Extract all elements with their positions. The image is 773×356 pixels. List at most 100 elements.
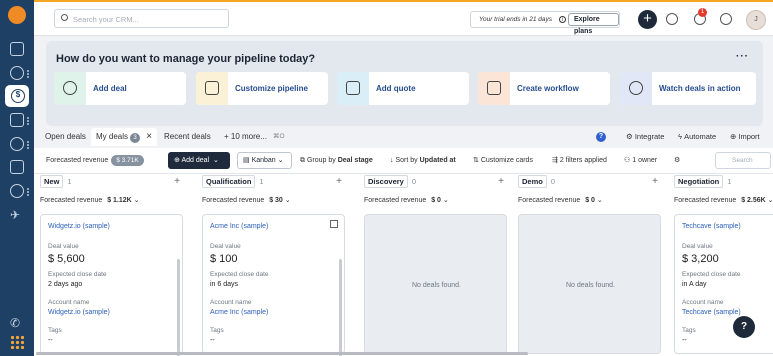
workflow-icon [487,81,501,95]
stage-forecast-value: $ 1.12K [107,197,132,204]
filters-label: 2 filters applied [559,157,607,164]
deal-title-link[interactable]: Widgetz.io (sample) [48,223,110,230]
info-icon[interactable]: i [559,16,566,23]
board-search-input[interactable]: Search [715,152,771,169]
customize-label: Customize cards [480,157,533,164]
add-to-stage-button[interactable]: + [336,176,342,187]
add-to-stage-button[interactable]: + [652,176,658,187]
add-to-stage-button[interactable]: + [174,176,180,187]
help-icon[interactable]: ? [596,132,606,142]
create-new-button[interactable]: + [638,10,657,29]
empty-stage: No deals found. [364,214,507,354]
more-options-icon[interactable]: ··· [736,51,749,62]
expand-icon[interactable] [330,220,338,228]
settings-gear-icon[interactable]: ⚙ [674,154,680,168]
tab-open-deals[interactable]: Open deals [45,128,86,146]
campaigns-icon[interactable] [10,137,24,151]
field-label: Deal value [48,243,79,250]
close-date: 2 days ago [48,281,83,288]
add-quote-card[interactable]: Add quote [337,72,469,105]
add-deal-card[interactable]: Add deal [54,72,186,105]
owner-filter-button[interactable]: ⚇ 1 owner [624,154,657,168]
group-by-label: Group by [306,157,336,164]
empty-message: No deals found. [411,282,462,289]
customize-pipeline-card[interactable]: Customize pipeline [196,72,328,105]
drag-handle-icon [27,188,29,196]
stage-column-qualification: Qualification 1 + Forecasted revenue $ 30… [196,174,346,356]
deal-title-link[interactable]: Acme Inc (sample) [210,223,268,230]
settings-icon[interactable] [10,184,24,198]
forecast-value-pill: $ 3.71K [111,155,144,166]
tags-value: -- [682,337,687,344]
dollar-circle-icon [63,81,77,95]
field-label: Expected close date [682,271,741,278]
stage-forecast: Forecasted revenue $ 1.12K ⌄ [40,197,140,204]
deal-views-tabs: Open deals My deals 3 × Recent deals + 10… [34,128,773,146]
filters-button[interactable]: ⇶ 2 filters applied [552,154,607,168]
messages-icon[interactable] [10,113,24,127]
field-label: Tags [682,327,696,334]
horizontal-scrollbar[interactable] [36,352,528,355]
close-icon[interactable]: × [146,131,152,142]
deal-card[interactable]: Techcave (sample) Deal value $ 3,200 Exp… [674,214,773,354]
account-link[interactable]: Techcave (sample) [682,309,741,316]
customize-cards-button[interactable]: ⇅ Customize cards [473,154,533,168]
deal-title-link[interactable]: Techcave (sample) [682,223,741,230]
apps-grid-icon[interactable] [10,335,24,349]
watch-deals-card[interactable]: Watch deals in action [620,72,756,105]
deal-value: $ 5,600 [48,253,85,265]
help-chat-button[interactable]: ? [733,316,755,338]
forecast-revenue-summary[interactable]: Forecasted revenue $ 3.71K [46,154,144,168]
deals-icon[interactable] [5,85,29,107]
pipeline-prompt-title: How do you want to manage your pipeline … [56,53,316,65]
add-to-stage-button[interactable]: + [498,176,504,187]
automate-button[interactable]: ϟ Automate [678,128,716,146]
global-search-input[interactable]: Search your CRM... [54,9,229,28]
user-icon[interactable] [10,66,24,80]
close-date: in A day [682,281,707,288]
stage-count: 1 [67,177,72,186]
stage-column-new: New 1 + Forecasted revenue $ 1.12K ⌄ Widg… [34,174,184,356]
app-logo-icon[interactable] [8,6,26,24]
view-select[interactable]: ▤ Kanban ⌄ [237,152,292,169]
explore-plans-button[interactable]: Explore plans [568,13,619,35]
bell-icon[interactable] [720,13,732,25]
reports-icon[interactable] [10,160,24,174]
play-icon [629,81,643,95]
mail-icon[interactable] [666,13,678,25]
import-button[interactable]: ⊕ Import [730,128,760,146]
owner-label: 1 owner [632,157,658,164]
avatar[interactable]: J [746,10,766,30]
card-label: Add deal [93,84,127,93]
rocket-icon[interactable]: ✈ [10,208,24,222]
stage-count: 1 [727,177,732,186]
forecast-label: Forecasted revenue [46,157,109,164]
stage-forecast: Forecasted revenue $ 30 ⌄ [202,197,291,204]
deal-card[interactable]: Widgetz.io (sample) Deal value $ 5,600 E… [40,214,183,356]
stage-column-demo: Demo 0 + Forecasted revenue $ 0 ⌄ No deal… [512,174,662,356]
group-by-control[interactable]: ⧉ Group by Deal stage [300,154,373,168]
account-link[interactable]: Widgetz.io (sample) [48,309,110,316]
integrate-button[interactable]: ⚙ Integrate [626,128,664,146]
phone-icon[interactable]: ✆ [10,316,24,330]
tags-value: -- [48,337,53,344]
deal-card[interactable]: Acme Inc (sample) Deal value $ 100 Expec… [202,214,345,356]
close-date: in 6 days [210,281,239,288]
field-label: Expected close date [48,271,107,278]
scrollbar[interactable] [339,259,342,356]
add-deal-button[interactable]: ⊕ Add deal ⌄ [168,152,230,169]
tab-recent-deals[interactable]: Recent deals [164,128,211,146]
view-label: Kanban [251,157,276,164]
more-views-link[interactable]: + 10 more... [224,128,267,146]
stage-count: 1 [259,177,264,186]
field-label: Expected close date [210,271,269,278]
contacts-icon[interactable] [10,42,24,56]
scrollbar[interactable] [177,259,180,356]
drag-handle-icon [27,141,29,149]
sort-by-control[interactable]: ↓ Sort by Updated at [390,154,456,168]
create-workflow-card[interactable]: Create workflow [478,72,610,105]
stage-name: Negotiation [674,175,724,188]
tab-my-deals[interactable]: My deals 3 × [91,128,158,146]
drag-handle-icon [27,117,29,125]
account-link[interactable]: Acme Inc (sample) [210,309,268,316]
